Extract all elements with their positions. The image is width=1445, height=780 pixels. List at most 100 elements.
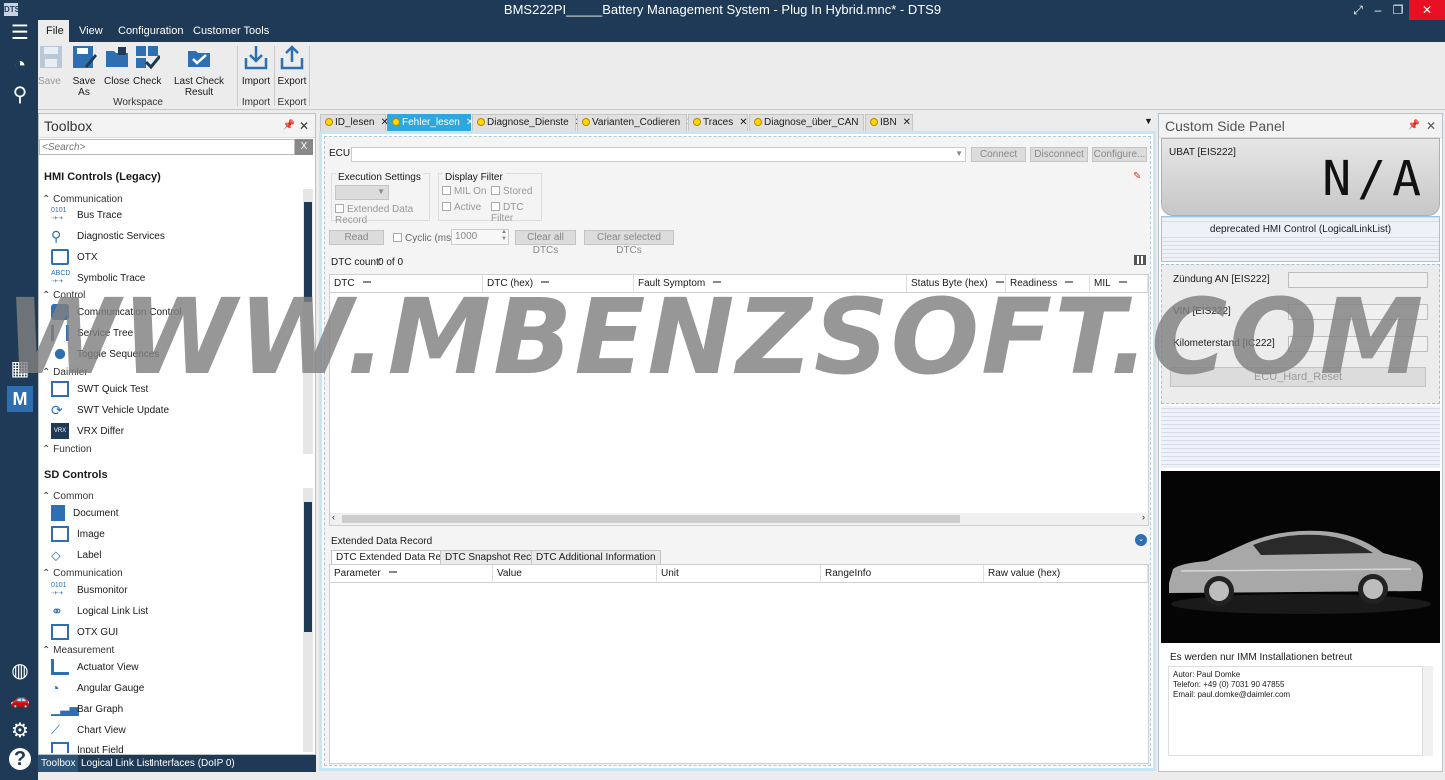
toolbox-item-otx[interactable]: OTX: [51, 248, 98, 268]
close-panel-icon[interactable]: ✕: [1426, 114, 1436, 138]
toolbox-group[interactable]: ⌃ Measurement: [42, 645, 114, 656]
toolbox-search-input[interactable]: [39, 139, 295, 155]
execution-mode-dropdown[interactable]: ▼: [335, 185, 389, 200]
column-header[interactable]: RangeInfo: [821, 565, 984, 583]
toolbox-group[interactable]: ⌃ Daimler: [42, 367, 88, 378]
clear-all-dtcs-button[interactable]: Clear all DTCs: [515, 230, 576, 245]
toolbox-scroll-thumb[interactable]: [304, 202, 312, 302]
settings-icon[interactable]: ⚙: [7, 718, 33, 744]
menu-file[interactable]: File: [38, 20, 69, 42]
toolbox-item-angular-gauge[interactable]: ◔Angular Gauge: [51, 679, 144, 699]
toolbox-item-bar-graph[interactable]: ▁▃▅Bar Graph: [51, 700, 123, 720]
toolbox-group[interactable]: ⌃ Control: [42, 290, 85, 301]
close-window-icon[interactable]: ✕: [1409, 0, 1445, 20]
stored-checkbox[interactable]: Stored: [491, 186, 532, 197]
cyclic-checkbox[interactable]: Cyclic (ms): [393, 233, 454, 244]
column-header[interactable]: Status Byte (hex): [907, 275, 1006, 293]
export-button[interactable]: Export: [276, 44, 308, 92]
ecu-dropdown[interactable]: ▼: [351, 147, 966, 162]
menu-configuration[interactable]: Configuration: [110, 20, 191, 42]
toolbox-item-communication-control[interactable]: Communication Control: [51, 303, 182, 323]
tab-dtc-additional-information[interactable]: DTC Additional Information: [531, 550, 661, 564]
info-scrollbar[interactable]: [1423, 666, 1433, 756]
close-tab-icon[interactable]: ✕: [739, 117, 747, 128]
last-check-result-button[interactable]: Last Check Result: [164, 44, 234, 92]
toolbox-section-hmi[interactable]: HMI Controls (Legacy): [44, 171, 161, 183]
tab-diagnose-dienste[interactable]: Diagnose_Dienste✕: [472, 114, 576, 131]
minimize-icon[interactable]: –: [1367, 0, 1389, 20]
import-button[interactable]: Import: [240, 44, 272, 92]
tab-id-lesen[interactable]: ID_lesen✕: [320, 114, 386, 131]
toolbox-item-diagnostic-services[interactable]: ⚲Diagnostic Services: [51, 227, 165, 247]
help-icon[interactable]: ?: [9, 748, 31, 770]
connect-button[interactable]: Connect: [971, 147, 1026, 162]
toolbox-item-swt-vehicle-update[interactable]: ⟳SWT Vehicle Update: [51, 401, 169, 421]
toolbox-item-image[interactable]: Image: [51, 525, 105, 545]
scroll-thumb[interactable]: [342, 515, 960, 523]
extended-data-record-checkbox[interactable]: Extended Data Record: [335, 204, 429, 226]
toolbox-section-sd[interactable]: SD Controls: [44, 469, 108, 481]
column-header[interactable]: DTC (hex): [483, 275, 634, 293]
dtc-grid-hscrollbar[interactable]: ‹ ›: [330, 513, 1148, 525]
mbenz-module-icon[interactable]: M: [7, 386, 33, 412]
column-header[interactable]: Value: [493, 565, 657, 583]
cyclic-interval-stepper[interactable]: 1000 ▲▼: [451, 229, 509, 245]
menu-view[interactable]: View: [71, 20, 111, 42]
export-grid-icon[interactable]: [1134, 255, 1146, 265]
tab-logical-link-list[interactable]: Logical Link List: [78, 755, 155, 772]
collapse-section-icon[interactable]: ⌄: [1135, 534, 1147, 546]
pin-icon[interactable]: 📌: [1408, 114, 1420, 138]
disconnect-button[interactable]: Disconnect: [1030, 147, 1088, 162]
toolbox-item-bus-trace[interactable]: 0101⇢⇢Bus Trace: [51, 206, 122, 226]
toolbox-item-vrx-differ[interactable]: VRXVRX Differ: [51, 422, 124, 442]
toolbox-item-symbolic-trace[interactable]: ABCD⇢⇢Symbolic Trace: [51, 269, 145, 289]
column-header[interactable]: Raw value (hex): [984, 565, 1148, 583]
tab-overflow-icon[interactable]: ▼: [1144, 116, 1153, 126]
column-header[interactable]: Readiness: [1006, 275, 1090, 293]
modules-icon[interactable]: ▦: [7, 356, 33, 382]
save-button[interactable]: Save: [38, 44, 60, 92]
tab-ibn[interactable]: IBN✕: [865, 114, 913, 131]
column-header[interactable]: Unit: [657, 565, 821, 583]
tab-toolbox[interactable]: Toolbox: [38, 755, 78, 772]
toolbox-item-input-field[interactable]: Input Field: [51, 741, 124, 753]
column-header[interactable]: Parameter: [330, 565, 493, 583]
toolbox-item-busmonitor[interactable]: 0101⇢⇢Busmonitor: [51, 581, 128, 601]
toolbox-item-otx-gui[interactable]: OTX GUI: [51, 623, 118, 643]
toolbox-item-swt-quick-test[interactable]: SWT Quick Test: [51, 380, 148, 400]
close-panel-icon[interactable]: ✕: [299, 114, 309, 138]
fullscreen-icon[interactable]: ⤢: [1347, 0, 1369, 20]
tab-varianten-codieren[interactable]: Varianten_Codieren✕: [577, 114, 687, 131]
tab-fehler-lesen[interactable]: Fehler_lesen✕: [387, 114, 471, 131]
toolbox-item-document[interactable]: Document: [51, 504, 119, 524]
tab-interfaces[interactable]: Interfaces (DoIP 0): [148, 755, 238, 772]
toolbox-group[interactable]: ⌃ Common: [42, 491, 94, 502]
active-checkbox[interactable]: Active: [442, 202, 481, 213]
speedometer-icon[interactable]: ◔: [7, 52, 33, 78]
clear-search-button[interactable]: X: [295, 139, 313, 155]
toolbox-item-chart-view[interactable]: ⟋Chart View: [51, 721, 126, 741]
column-header[interactable]: MIL: [1090, 275, 1148, 293]
column-header[interactable]: DTC: [330, 275, 483, 293]
toolbox-group[interactable]: ⌃ Communication: [42, 194, 123, 205]
column-header[interactable]: Fault Symptom: [634, 275, 907, 293]
eraser-icon[interactable]: ✎: [1133, 171, 1141, 182]
stepper-arrows-icon[interactable]: ▲▼: [501, 229, 507, 243]
globe-icon[interactable]: ◍: [7, 658, 33, 684]
scroll-right-icon[interactable]: ›: [1142, 512, 1145, 522]
toolbox-group[interactable]: ⌃ Communication: [42, 568, 123, 579]
tab-diagnose-ueber-can[interactable]: Diagnose_über_CAN✕: [749, 114, 864, 131]
user-search-icon[interactable]: ⚲: [7, 82, 33, 108]
toolbox-item-actuator-view[interactable]: Actuator View: [51, 658, 139, 678]
car-icon[interactable]: 🚗: [7, 688, 33, 714]
toolbox-group[interactable]: ⌃ Function: [42, 444, 92, 455]
pin-icon[interactable]: 📌: [283, 114, 295, 138]
toolbox-item-label[interactable]: ⬦Label: [51, 546, 101, 566]
sd-scroll-thumb[interactable]: [304, 502, 312, 632]
toolbox-item-toggle-sequences[interactable]: Toggle Sequences: [51, 345, 159, 365]
close-tab-icon[interactable]: ✕: [903, 117, 911, 128]
toolbox-item-service-tree[interactable]: Service Tree: [51, 324, 133, 344]
toolbox-item-logical-link-list[interactable]: ⚭Logical Link List: [51, 602, 148, 622]
restore-icon[interactable]: ❐: [1387, 0, 1409, 20]
ecu-hard-reset-button[interactable]: ECU_Hard_Reset: [1170, 367, 1426, 387]
